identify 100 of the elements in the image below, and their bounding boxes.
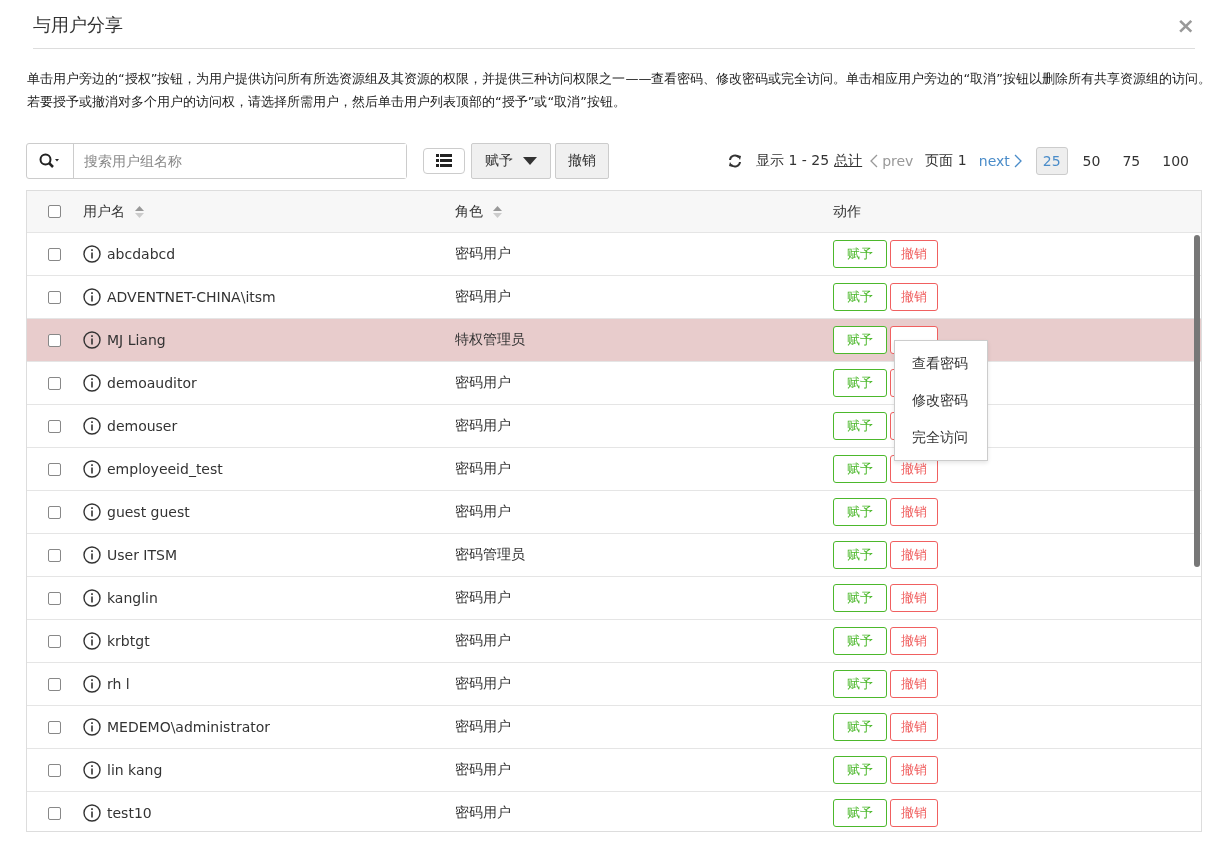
checkbox[interactable]	[48, 634, 61, 648]
grant-button[interactable]: 赋予	[833, 541, 887, 569]
revoke-button[interactable]: 撤销	[890, 756, 938, 784]
checkbox[interactable]	[48, 247, 61, 261]
checkbox[interactable]	[48, 419, 61, 433]
user-role: 密码用户	[455, 503, 512, 521]
grant-button[interactable]: 赋予	[833, 498, 887, 526]
checkbox[interactable]	[48, 591, 61, 605]
user-role: 密码用户	[455, 632, 512, 650]
info-icon[interactable]	[83, 331, 101, 349]
checkbox[interactable]	[48, 806, 61, 820]
table-row[interactable]: abcdabcd 密码用户 赋予 撤销	[27, 233, 1201, 276]
grant-button[interactable]: 赋予	[833, 799, 887, 827]
next-link[interactable]: next	[978, 153, 1022, 169]
grant-dropdown-button[interactable]: 赋予	[471, 143, 551, 179]
checkbox[interactable]	[48, 505, 61, 519]
page-size-option[interactable]: 50	[1075, 147, 1108, 175]
info-icon[interactable]	[83, 417, 101, 435]
column-header[interactable]: 角色	[455, 202, 483, 221]
close-button[interactable]: ×	[1176, 12, 1195, 38]
sort-icon[interactable]	[135, 204, 144, 219]
table-row[interactable]: employeeid_test 密码用户 赋予 撤销	[27, 448, 1201, 491]
grant-button[interactable]: 赋予	[833, 756, 887, 784]
info-icon[interactable]	[83, 245, 101, 263]
user-name: employeeid_test	[107, 461, 223, 477]
revoke-button[interactable]: 撤销	[890, 541, 938, 569]
info-icon[interactable]	[83, 675, 101, 693]
checkbox[interactable]	[48, 333, 61, 347]
grant-button[interactable]: 赋予	[833, 326, 887, 354]
info-icon[interactable]	[83, 503, 101, 521]
column-header[interactable]: 用户名	[83, 202, 125, 221]
info-icon[interactable]	[83, 804, 101, 822]
user-role: 密码用户	[455, 718, 512, 736]
user-name: demouser	[107, 418, 178, 434]
checkbox[interactable]	[48, 376, 61, 390]
sort-icon[interactable]	[493, 204, 502, 219]
info-icon[interactable]	[83, 589, 101, 607]
checkbox[interactable]	[48, 677, 61, 691]
checkbox[interactable]	[48, 763, 61, 777]
grant-button[interactable]: 赋予	[833, 412, 887, 440]
table-row[interactable]: MEDEMO\administrator 密码用户 赋予 撤销	[27, 706, 1201, 749]
user-role: 密码用户	[455, 288, 512, 306]
revoke-button[interactable]: 撤销	[890, 627, 938, 655]
grant-button[interactable]: 赋予	[833, 584, 887, 612]
search-field[interactable]: 搜索用户组名称	[26, 143, 407, 179]
user-name: guest guest	[107, 504, 190, 520]
info-icon[interactable]	[83, 460, 101, 478]
checkbox[interactable]	[48, 205, 61, 218]
user-name: test10	[107, 805, 152, 821]
total-link[interactable]: 总计	[834, 152, 863, 170]
grant-button[interactable]: 赋予	[833, 455, 887, 483]
grant-button[interactable]: 赋予	[833, 240, 887, 268]
checkbox[interactable]	[48, 720, 61, 734]
refresh-icon[interactable]	[728, 154, 743, 168]
table-row[interactable]: lin kang 密码用户 赋予 撤销	[27, 749, 1201, 792]
user-name: MJ Liang	[107, 332, 166, 348]
prev-link[interactable]: prev	[870, 153, 914, 169]
revoke-button[interactable]: 撤销	[890, 240, 938, 268]
table-row[interactable]: User ITSM 密码管理员 赋予 撤销	[27, 534, 1201, 577]
user-role: 密码用户	[455, 374, 512, 392]
revoke-button[interactable]: 撤销	[890, 713, 938, 741]
list-icon	[436, 154, 452, 168]
table-row[interactable]: kanglin 密码用户 赋予 撤销	[27, 577, 1201, 620]
checkbox[interactable]	[48, 290, 61, 304]
checkbox[interactable]	[48, 462, 61, 476]
revoke-button[interactable]: 撤销	[890, 670, 938, 698]
info-icon[interactable]	[83, 546, 101, 564]
table-row[interactable]: krbtgt 密码用户 赋予 撤销	[27, 620, 1201, 663]
grant-button[interactable]: 赋予	[833, 670, 887, 698]
info-icon[interactable]	[83, 288, 101, 306]
revoke-button[interactable]: 撤销	[555, 143, 609, 179]
info-icon[interactable]	[83, 374, 101, 392]
revoke-button[interactable]: 撤销	[890, 799, 938, 827]
column-header: 动作	[833, 202, 861, 221]
user-role: 密码用户	[455, 804, 512, 822]
grant-button[interactable]: 赋予	[833, 369, 887, 397]
info-icon[interactable]	[83, 718, 101, 736]
user-role: 密码管理员	[455, 546, 526, 564]
showing-range: 显示 1 - 25	[756, 152, 830, 170]
info-icon[interactable]	[83, 761, 101, 779]
list-view-button[interactable]	[423, 148, 465, 174]
search-icon[interactable]	[39, 153, 61, 169]
chevron-right-icon	[1013, 154, 1022, 168]
revoke-button[interactable]: 撤销	[890, 283, 938, 311]
grant-button[interactable]: 赋予	[833, 627, 887, 655]
user-name: demoauditor	[107, 375, 197, 391]
grant-button[interactable]: 赋予	[833, 713, 887, 741]
scrollbar[interactable]	[1194, 235, 1200, 567]
table-row[interactable]: rh l 密码用户 赋予 撤销	[27, 663, 1201, 706]
page-size-option[interactable]: 100	[1155, 147, 1196, 175]
caret-icon	[523, 157, 537, 165]
revoke-button[interactable]: 撤销	[890, 498, 938, 526]
page-size-option[interactable]: 75	[1115, 147, 1148, 175]
checkbox[interactable]	[48, 548, 61, 562]
page-size-option[interactable]: 25	[1035, 147, 1068, 175]
table-row[interactable]: test10 密码用户 赋予 撤销	[27, 792, 1201, 831]
table-row[interactable]: guest guest 密码用户 赋予 撤销	[27, 491, 1201, 534]
info-icon[interactable]	[83, 632, 101, 650]
revoke-button[interactable]: 撤销	[890, 584, 938, 612]
grant-button[interactable]: 赋予	[833, 283, 887, 311]
